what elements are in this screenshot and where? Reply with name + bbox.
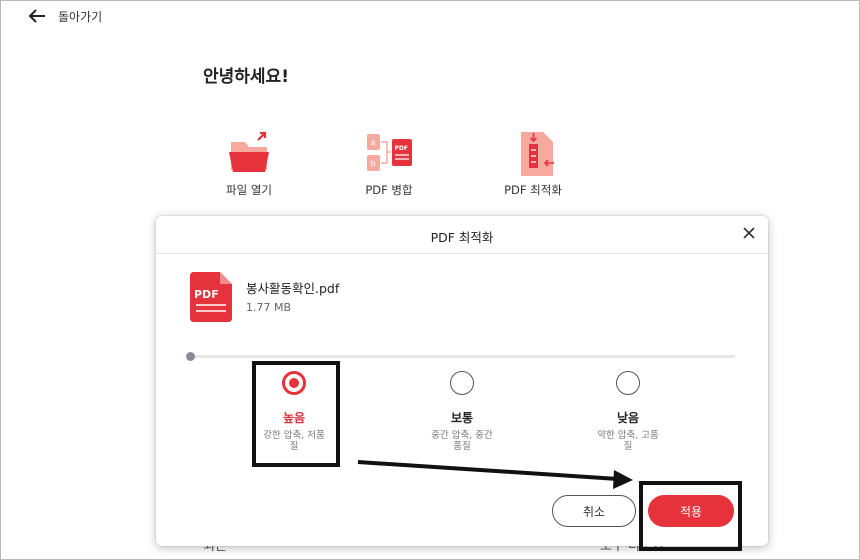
option-low-desc: 약한 압축, 고품질 (597, 430, 659, 452)
cancel-button[interactable]: 취소 (552, 495, 636, 527)
option-medium-desc: 중간 압축, 중간 품질 (431, 430, 493, 452)
tool-merge-pdf[interactable]: a b PDF PDF 병합 (334, 130, 444, 198)
radio-low[interactable] (616, 371, 640, 395)
tool-compress-pdf[interactable]: PDF 최적화 (478, 130, 588, 198)
file-size: 1.77 MB (246, 301, 292, 314)
page-title: 안녕하세요! (203, 67, 289, 87)
option-low-label: 낮음 (616, 411, 640, 425)
arrow-left-icon (28, 9, 45, 23)
compress-pdf-icon (521, 132, 554, 176)
back-button[interactable]: 돌아가기 (28, 6, 102, 26)
back-label: 돌아가기 (58, 9, 103, 24)
folder-open-icon (229, 131, 269, 172)
close-icon[interactable] (740, 224, 758, 242)
option-medium-label: 보통 (450, 411, 474, 425)
tool-open-file-label: 파일 열기 (226, 183, 272, 197)
compression-slider-handle[interactable] (186, 352, 195, 361)
option-medium[interactable]: 보통 중간 압축, 중간 품질 (402, 371, 522, 452)
svg-text:b: b (371, 159, 376, 168)
radio-medium[interactable] (450, 371, 474, 395)
tool-merge-pdf-label: PDF 병합 (365, 183, 413, 197)
svg-text:PDF: PDF (395, 145, 408, 152)
tool-compress-pdf-label: PDF 최적화 (504, 183, 562, 197)
svg-text:a: a (371, 138, 376, 147)
option-low[interactable]: 낮음 약한 압축, 고품질 (568, 371, 688, 452)
file-name: 봉사활동확인.pdf (246, 281, 340, 296)
merge-pdf-icon: a b PDF (367, 134, 412, 171)
highlight-box-apply (639, 481, 742, 551)
dialog-divider (156, 253, 768, 254)
file-icon-text: PDF (194, 288, 219, 301)
compression-slider-track[interactable] (189, 355, 735, 358)
pdf-file-icon: PDF (190, 272, 232, 322)
dialog-title: PDF 최적화 (430, 230, 494, 245)
highlight-box-high (252, 361, 340, 467)
tool-open-file[interactable]: 파일 열기 (194, 130, 304, 198)
